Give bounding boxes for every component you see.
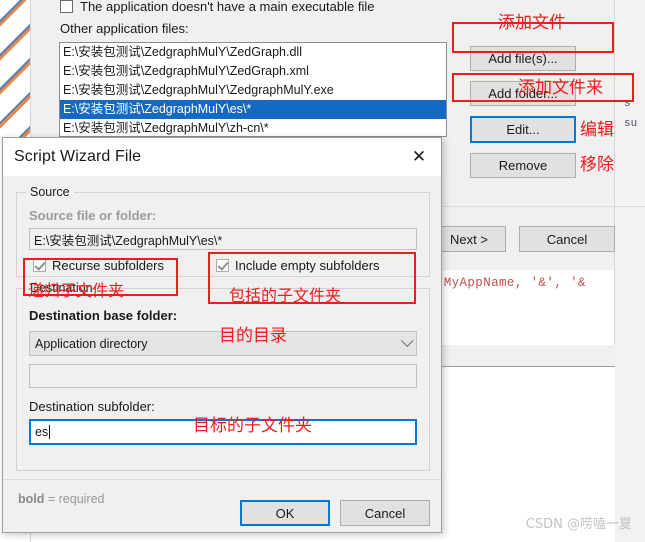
source-group-legend: Source (26, 185, 74, 199)
next-button[interactable]: Next > (432, 226, 506, 252)
source-file-label: Source file or folder: (29, 208, 157, 223)
destination-base-folder-value: Application directory (35, 336, 148, 351)
background-divider-right (614, 0, 615, 345)
list-item-selected[interactable]: E:\安装包测试\ZedgraphMulY\es\* (60, 100, 446, 119)
remove-button[interactable]: Remove (470, 153, 576, 178)
dialog-ok-button[interactable]: OK (240, 500, 330, 526)
other-files-list[interactable]: E:\安装包测试\ZedgraphMulY\ZedGraph.dll E:\安装… (59, 42, 447, 137)
annotation-remove: 移除 (580, 155, 614, 175)
annotation-dest-base: 目的目录 (219, 326, 287, 346)
annotation-dest-subfolder: 目标的子文件夹 (193, 416, 312, 436)
close-icon[interactable]: ✕ (397, 138, 441, 176)
destination-subfolder-label: Destination subfolder: (29, 399, 155, 414)
list-item[interactable]: E:\安装包测试\ZedgraphMulY\ZedGraph.dll (60, 43, 446, 62)
destination-base-folder-path-input[interactable] (29, 364, 417, 388)
background-code-text: ge(MyAppName, '&', '& (420, 276, 586, 290)
destination-subfolder-value: es (35, 425, 49, 439)
bold-required-rest: = required (44, 492, 105, 506)
list-item[interactable]: E:\安装包测试\ZedgraphMulY\ZedgraphMulY.exe (60, 81, 446, 100)
annotation-recurse: 递归子文件夹 (28, 281, 125, 300)
background-separator (410, 206, 645, 207)
screenshot-root: ge(MyAppName, '&', '& The application do… (0, 0, 645, 542)
text-caret (49, 425, 51, 439)
annotation-add-files: 添加文件 (498, 13, 566, 33)
dialog-title: Script Wizard File (14, 148, 142, 165)
source-file-input[interactable]: E:\安装包测试\ZedgraphMulY\es\* (29, 228, 417, 250)
main-exe-checkbox-row[interactable]: The application doesn't have a main exec… (60, 0, 374, 16)
dialog-titlebar: Script Wizard File ✕ (3, 138, 441, 176)
chevron-down-icon (400, 333, 414, 347)
main-exe-checkbox[interactable] (60, 0, 73, 13)
background-text-fragment: su (624, 118, 638, 130)
list-item[interactable]: E:\安装包测试\ZedgraphMulY\ZedGraph.xml (60, 62, 446, 81)
edit-button[interactable]: Edit... (470, 116, 576, 143)
bold-required-hint: bold = required (18, 492, 105, 506)
destination-base-folder-label: Destination base folder: (29, 308, 178, 323)
annotation-add-folder: 添加文件来 (518, 78, 603, 98)
annotation-edit: 编辑 (580, 120, 614, 140)
cancel-button[interactable]: Cancel (519, 226, 615, 252)
bold-required-word: bold (18, 492, 45, 506)
list-item[interactable]: E:\安装包测试\ZedgraphMulY\zh-cn\* (60, 119, 446, 136)
dialog-footer-separator (3, 479, 441, 480)
csdn-watermark: CSDN @唠嗑一夏 (525, 517, 632, 532)
background-hatch-pattern (0, 0, 30, 140)
main-exe-checkbox-label: The application doesn't have a main exec… (80, 0, 375, 14)
annotation-include-empty: 包括的子文件夹 (229, 286, 342, 305)
dialog-cancel-button[interactable]: Cancel (340, 500, 430, 526)
other-files-label: Other application files: (60, 21, 189, 36)
